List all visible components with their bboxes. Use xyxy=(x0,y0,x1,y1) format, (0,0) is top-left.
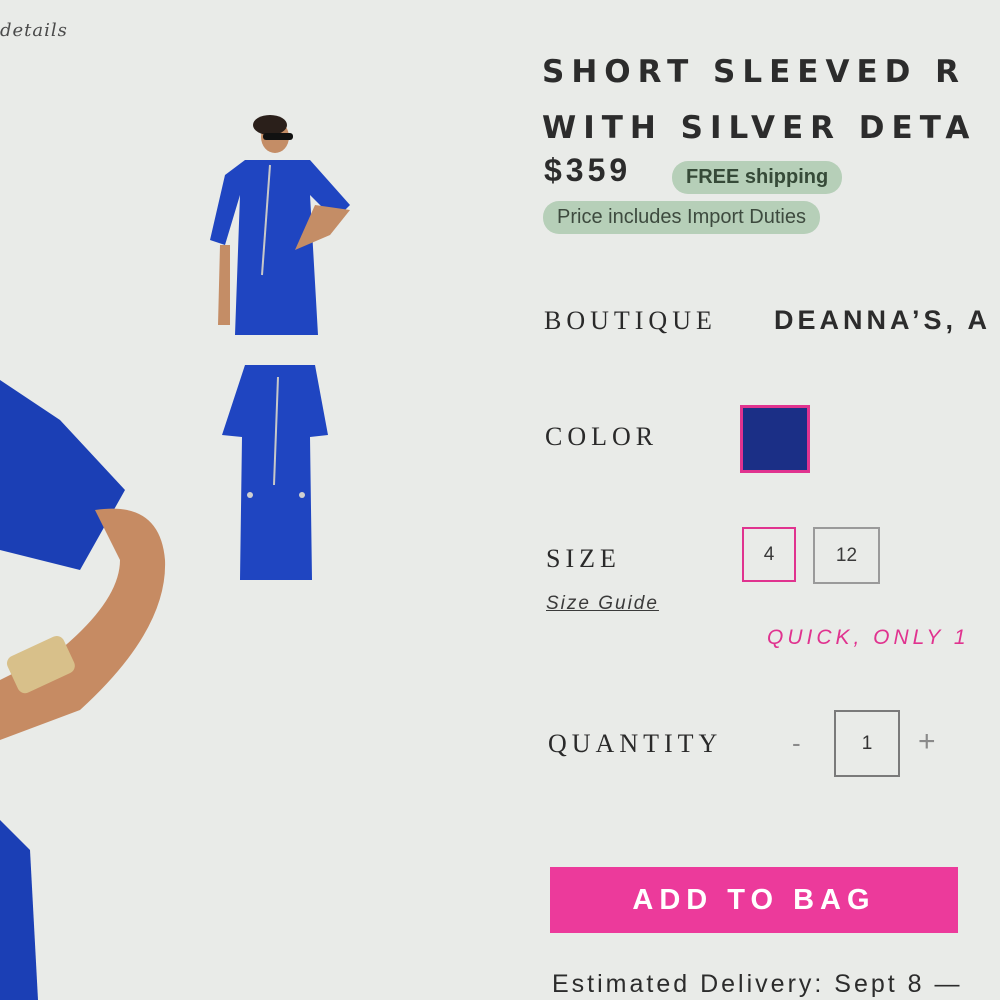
size-label: SIZE xyxy=(546,544,621,573)
size-option-12[interactable]: 12 xyxy=(813,527,880,584)
product-title-line-1: SHORT SLEEVED R xyxy=(542,54,967,90)
quantity-increment-button[interactable]: + xyxy=(918,725,936,759)
color-label: COLOR xyxy=(545,422,659,451)
low-stock-notice: QUICK, ONLY 1 xyxy=(767,626,970,649)
quantity-decrement-button[interactable]: - xyxy=(792,728,801,759)
breadcrumb[interactable]: details xyxy=(0,20,68,41)
size-guide-link[interactable]: Size Guide xyxy=(546,593,659,615)
quantity-input[interactable]: 1 xyxy=(834,710,900,777)
size-option-4[interactable]: 4 xyxy=(742,527,796,582)
main-product-image xyxy=(0,380,166,1000)
product-price: $359 xyxy=(544,152,632,188)
boutique-name-link[interactable]: DEANNA’S, A xyxy=(774,305,991,336)
product-title-line-2: WITH SILVER DETA xyxy=(542,110,977,146)
quantity-label: QUANTITY xyxy=(548,729,723,758)
thumbnail-model-image[interactable] xyxy=(200,105,360,340)
estimated-delivery: Estimated Delivery: Sept 8 — xyxy=(552,970,963,998)
import-duties-badge: Price includes Import Duties xyxy=(543,201,820,234)
color-swatch-blue[interactable] xyxy=(740,405,810,473)
free-shipping-badge: FREE shipping xyxy=(672,161,843,194)
add-to-bag-button[interactable]: ADD TO BAG xyxy=(550,867,958,933)
thumbnail-dress-image[interactable] xyxy=(200,355,360,590)
boutique-label: BOUTIQUE xyxy=(544,306,717,335)
